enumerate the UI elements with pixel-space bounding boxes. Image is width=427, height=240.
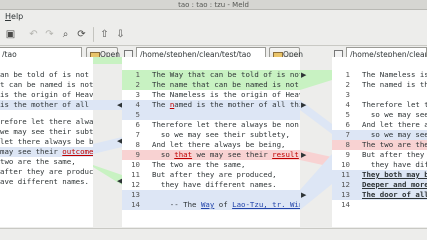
changed-line: 7 so we may see t [332, 130, 427, 140]
changed-line: 14 -- The Way of Lao-Tzu, tr. Wing-tsi [122, 200, 300, 210]
undo-icon[interactable]: ↶ [26, 27, 41, 42]
next-change-icon[interactable]: ⇩ [113, 27, 128, 42]
text-line: 12 they have different names. [131, 180, 277, 189]
changed-line: 4The named is the mother of all things [122, 100, 300, 110]
right-text-pane[interactable]: 1The Nameless is t 2The named is the 3 4… [332, 57, 427, 227]
text-line: 4Therefore let the [345, 100, 427, 109]
window-title: tao : tao : tzu - Meld [178, 1, 249, 9]
save-icon[interactable]: ▣ [3, 27, 18, 42]
previous-change-icon[interactable]: ⇧ [97, 27, 112, 42]
text-line: 11 But after they are produced, [131, 170, 277, 179]
text-line: 10 The two are the same, [131, 160, 246, 169]
text-line: 9But after they ar [345, 150, 425, 159]
changed-line: is the mother of all things [0, 100, 93, 110]
text-line: refore let there always be non-bei [0, 117, 93, 126]
left-diff-gutter: ◀ ◀ ◀ [93, 57, 122, 227]
changed-line: may see their outcome. [0, 147, 93, 157]
insert-connector [93, 57, 122, 64]
changed-line: 5 [122, 110, 300, 120]
changed-line: 13The door of all s [332, 190, 427, 200]
text-line: 5 so we may see t [345, 110, 427, 119]
redo-icon[interactable]: ↷ [42, 27, 57, 42]
refresh-icon[interactable]: ⟳ [74, 27, 89, 42]
text-line: two are the same, [0, 157, 76, 166]
text-line: 1The Nameless is t [345, 70, 427, 79]
left-text-pane[interactable]: an be told of is not th t can be named i… [0, 57, 93, 227]
text-line: we may see their subtlety, [0, 127, 93, 136]
center-text-pane[interactable]: 1The Way that can be told of is not th 2… [122, 57, 300, 227]
find-icon[interactable]: ⌕ [58, 27, 73, 42]
text-line: 2The named is the [345, 80, 427, 89]
right-diff-gutter: ▶ ▶ ▶ ▶ [300, 57, 332, 227]
copy-right-arrow-icon[interactable]: ▶ [301, 151, 307, 159]
toolbar: ▣ ↶ ↷ ⌕ ⟳ ⇧ ⇩ [0, 24, 427, 46]
text-line: 14 [341, 200, 350, 209]
toolbar-separator [93, 27, 94, 42]
inserted-line: 2 The name that can be named is not th [122, 80, 300, 90]
text-line: after they are produced, [0, 167, 93, 176]
text-line: 6And let there alw [345, 120, 427, 129]
text-line: t can be named is not t [0, 80, 93, 89]
text-line: 6Therefore let there always be non-bei [135, 120, 300, 129]
conflict-line: 9 so that we may see their result. [122, 150, 300, 160]
text-line: an be told of is not th [0, 70, 93, 79]
text-line: ave different names. [0, 177, 89, 186]
text-line: let there always be being, [0, 137, 93, 146]
text-line: is the origin of Heaven [0, 90, 93, 99]
menu-help[interactable]: Help [5, 12, 23, 22]
copy-right-arrow-icon[interactable]: ▶ [301, 71, 307, 79]
copy-right-arrow-icon[interactable]: ▶ [301, 101, 307, 109]
text-line: 10 they have diffe [341, 160, 427, 169]
text-line: 7 so we may see their subtlety, [135, 130, 290, 139]
status-bar [0, 228, 427, 240]
highlighted-word: outcome [62, 147, 93, 156]
changed-line: 12Deeper and more p [332, 180, 427, 190]
menu-bar: Help [0, 10, 427, 24]
changed-line: 13 [122, 190, 300, 200]
text-line: 8 And let there always be being, [135, 140, 286, 149]
changed-line: 11They both may be [332, 170, 427, 180]
window-title-bar: tao : tao : tzu - Meld [0, 0, 427, 10]
inserted-line: 1The Way that can be told of is not th [122, 70, 300, 80]
text-line: 3 [345, 90, 350, 99]
text-line: 3 The Nameless is the origin of Heaven [135, 90, 300, 99]
copy-right-arrow-icon[interactable]: ▶ [301, 191, 307, 199]
conflict-line: 8The two are the s [332, 140, 427, 150]
